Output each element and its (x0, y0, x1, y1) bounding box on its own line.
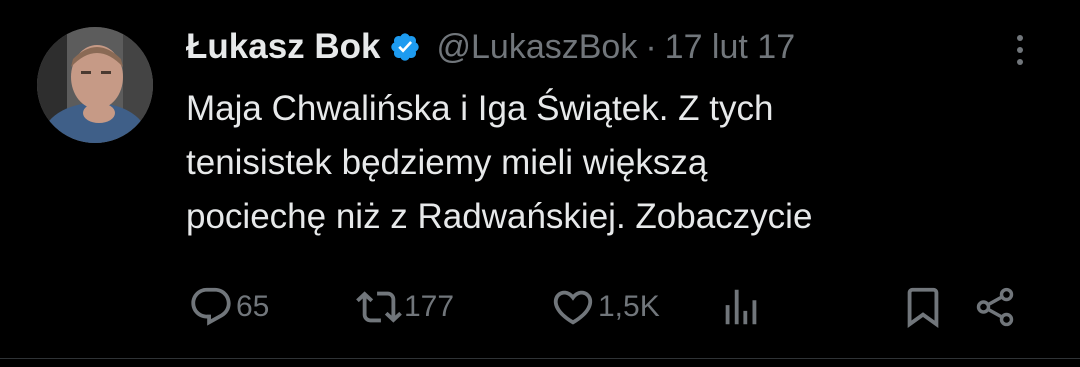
retweet-icon (356, 291, 402, 323)
views-button[interactable] (718, 284, 764, 330)
retweet-count: 177 (404, 290, 455, 323)
tweet-date[interactable]: 17 lut 17 (665, 28, 795, 67)
reply-button[interactable]: 65 (188, 284, 269, 330)
author-name[interactable]: Łukasz Bok (186, 27, 381, 67)
tweet-divider (0, 358, 1080, 359)
more-dots-icon (1017, 35, 1023, 65)
author-handle[interactable]: @LukaszBok (437, 28, 638, 67)
verified-badge-icon (389, 31, 421, 63)
share-button[interactable] (972, 284, 1018, 330)
tweet-line: tenisistek będziemy mieli większą (186, 143, 708, 182)
bookmark-button[interactable] (900, 284, 946, 330)
bookmark-icon (907, 287, 939, 328)
reply-count: 65 (236, 290, 270, 323)
like-icon (553, 290, 593, 325)
share-icon (976, 287, 1014, 327)
avatar-photo (37, 27, 153, 143)
tweet-header: Łukasz Bok @LukaszBok · 17 lut 17 (186, 24, 795, 70)
separator-dot: · (645, 27, 657, 66)
reply-icon (191, 287, 231, 326)
action-bar: 65 177 1,5K (186, 284, 1036, 330)
more-options-button[interactable] (1000, 30, 1040, 70)
avatar[interactable] (37, 27, 153, 143)
tweet[interactable]: Łukasz Bok @LukaszBok · 17 lut 17 Maja C… (0, 0, 1080, 367)
tweet-line: pociechę niż z Radwańskiej. Zobaczycie (186, 197, 813, 236)
like-count: 1,5K (598, 290, 660, 323)
tweet-line: Maja Chwalińska i Iga Świątek. Z tych (186, 89, 774, 128)
views-icon (725, 289, 757, 325)
tweet-text: Maja Chwalińska i Iga Świątek. Z tych te… (186, 82, 1046, 244)
retweet-button[interactable]: 177 (356, 284, 454, 330)
like-button[interactable]: 1,5K (550, 284, 660, 330)
